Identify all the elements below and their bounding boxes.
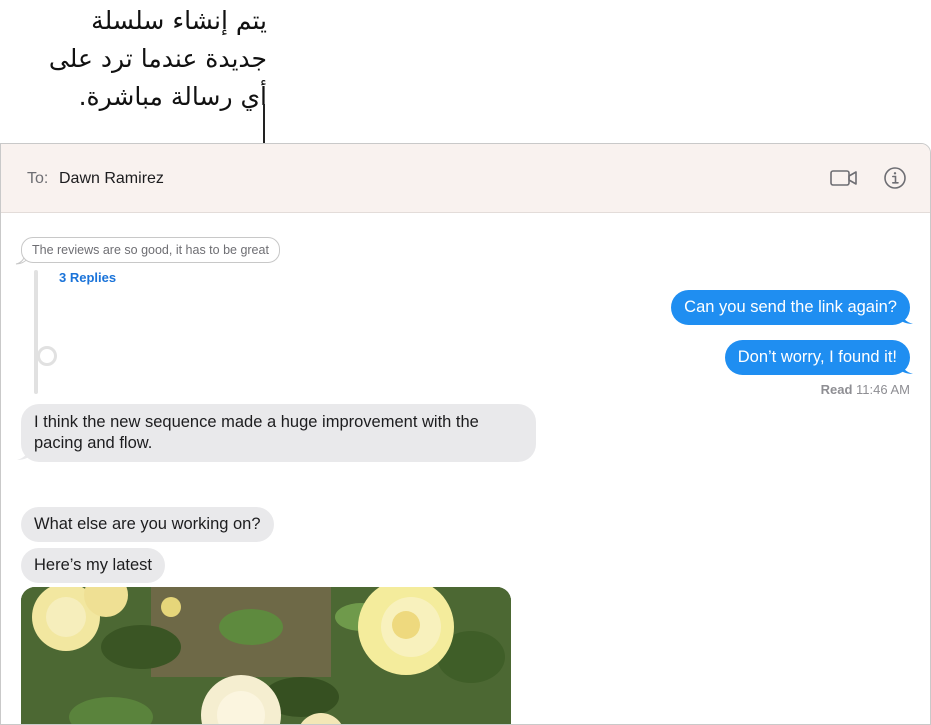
callout-line-2: جديدة عندما ترد على: [48, 44, 267, 73]
received-bubble-tail: [17, 447, 30, 460]
sent-message-bubble[interactable]: Can you send the link again?: [671, 290, 910, 325]
sent-message-bubble[interactable]: Don’t worry, I found it!: [724, 340, 910, 375]
video-camera-icon[interactable]: [829, 166, 859, 190]
photo-attachment[interactable]: [21, 587, 511, 724]
recipient-name[interactable]: Dawn Ramirez: [59, 170, 164, 188]
thread-line: [34, 270, 38, 394]
conversation-header: To: Dawn Ramirez: [1, 144, 930, 213]
read-receipt: Read 11:46 AM: [821, 382, 910, 397]
info-icon[interactable]: [883, 166, 907, 190]
callout-line-3: أي رسالة مباشرة.: [78, 82, 267, 111]
thread-connector: [37, 346, 57, 366]
messages-window: To: Dawn Ramirez The reviews are so good…: [0, 143, 931, 725]
read-time: 11:46 AM: [856, 382, 910, 397]
yellow-roses-photo: [21, 587, 511, 724]
to-label: To:: [27, 170, 49, 187]
received-message-bubble[interactable]: What else are you working on?: [21, 507, 274, 542]
callout-annotation: يتم إنشاء سلسلة جديدة عندما ترد على أي ر…: [0, 2, 267, 116]
read-label: Read: [820, 382, 853, 397]
received-message-bubble[interactable]: Here’s my latest: [21, 548, 165, 583]
thread-replies-link[interactable]: 3 Replies: [59, 270, 116, 285]
received-message-bubble[interactable]: I think the new sequence made a huge imp…: [21, 404, 536, 462]
callout-line-1: يتم إنشاء سلسلة: [91, 6, 267, 35]
thread-quoted-message[interactable]: The reviews are so good, it has to be gr…: [21, 237, 280, 263]
sent-bubble-tail: [900, 311, 913, 324]
sent-bubble-tail: [900, 361, 913, 374]
